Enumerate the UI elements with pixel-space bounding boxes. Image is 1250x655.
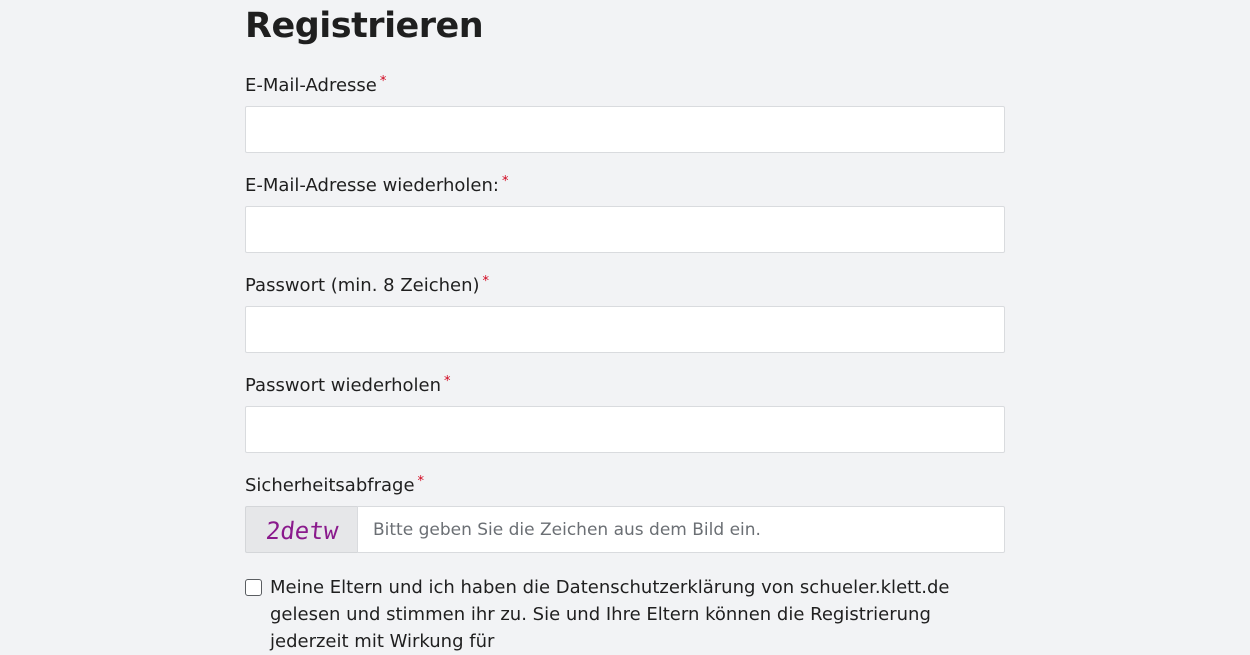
captcha-field-group: Sicherheitsabfrage * 2detw	[245, 474, 1005, 553]
password-repeat-label: Passwort wiederholen *	[245, 374, 1005, 398]
required-marker: *	[444, 374, 451, 389]
required-marker: *	[482, 274, 490, 289]
page-title: Registrieren	[245, 6, 484, 46]
password-repeat-input[interactable]	[245, 406, 1005, 453]
captcha-image: 2detw	[245, 506, 357, 553]
captcha-input[interactable]	[357, 506, 1005, 553]
required-marker: *	[501, 174, 509, 189]
email-label-text: E-Mail-Adresse	[245, 75, 377, 96]
required-marker: *	[379, 74, 387, 89]
password-repeat-label-text: Passwort wiederholen	[245, 375, 442, 396]
captcha-label-text: Sicherheitsabfrage	[245, 475, 415, 496]
captcha-image-text: 2detw	[264, 517, 340, 545]
captcha-image-svg: 2detw	[264, 517, 340, 545]
password-field-group: Passwort (min. 8 Zeichen) *	[245, 274, 1005, 353]
required-marker: *	[417, 474, 425, 489]
privacy-consent: Meine Eltern und ich haben die Datenschu…	[245, 574, 1005, 655]
captcha-label: Sicherheitsabfrage *	[245, 474, 1005, 498]
email-repeat-label: E-Mail-Adresse wiederholen: *	[245, 174, 1005, 198]
password-repeat-field-group: Passwort wiederholen *	[245, 374, 1005, 453]
captcha-row: 2detw	[245, 506, 1005, 553]
privacy-consent-checkbox[interactable]	[245, 579, 262, 596]
privacy-consent-text: Meine Eltern und ich haben die Datenschu…	[270, 577, 950, 652]
email-input[interactable]	[245, 106, 1005, 153]
password-input[interactable]	[245, 306, 1005, 353]
email-repeat-input[interactable]	[245, 206, 1005, 253]
email-field-group: E-Mail-Adresse *	[245, 74, 1005, 153]
email-repeat-field-group: E-Mail-Adresse wiederholen: *	[245, 174, 1005, 253]
password-label: Passwort (min. 8 Zeichen) *	[245, 274, 1005, 298]
password-label-text: Passwort (min. 8 Zeichen)	[245, 275, 480, 296]
email-repeat-label-text: E-Mail-Adresse wiederholen:	[245, 175, 499, 196]
email-label: E-Mail-Adresse *	[245, 74, 1005, 98]
